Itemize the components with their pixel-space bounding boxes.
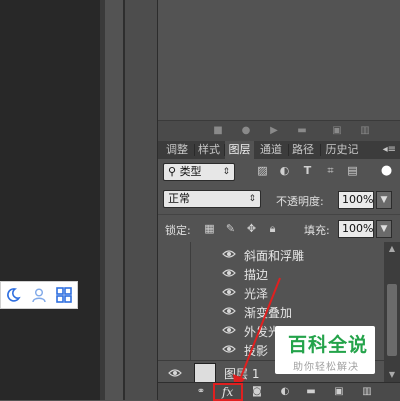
- tab-channels[interactable]: 通道: [258, 141, 284, 159]
- layers-bottom-bar: ⚭ fx ◙ ◐ ▬ ▣ ▥: [158, 382, 400, 401]
- circle-icon[interactable]: ●: [240, 125, 252, 137]
- adjustment-layer-icon[interactable]: ◐: [278, 386, 292, 398]
- scroll-up-arrow-icon[interactable]: ▲: [387, 244, 397, 254]
- scroll-down-arrow-icon[interactable]: ▼: [387, 370, 397, 380]
- eye-icon[interactable]: [168, 367, 182, 379]
- lock-paint-brush-icon[interactable]: ✎: [224, 222, 237, 235]
- tab-separator: [288, 144, 289, 156]
- blend-mode-value: 正常: [168, 192, 190, 205]
- panel-tabs: 调整 样式 图层 通道 路径 历史记 ◂≡: [158, 141, 400, 160]
- chevron-updown-icon: ⇕: [248, 194, 256, 204]
- new-page-icon[interactable]: ▣: [331, 125, 343, 137]
- fill-dropdown-button[interactable]: ▼: [376, 220, 392, 238]
- fx-icon[interactable]: fx: [222, 385, 233, 399]
- fill-label: 填充:: [304, 224, 330, 237]
- scroll-thumb[interactable]: [387, 284, 397, 356]
- folder-icon[interactable]: ▬: [296, 125, 308, 137]
- lock-label: 锁定:: [165, 224, 191, 237]
- layer-thumbnail: [194, 363, 216, 383]
- blend-mode-row: 正常 ⇕ 不透明度: 100% ▼: [158, 186, 400, 212]
- add-mask-icon[interactable]: ◙: [250, 386, 264, 398]
- filter-kind-label: 类型: [179, 165, 202, 178]
- square-icon[interactable]: ■: [212, 125, 224, 137]
- empty-panel-area: [158, 0, 400, 120]
- collapsed-panel-column: [125, 0, 158, 400]
- play-icon[interactable]: ▶: [268, 125, 280, 137]
- new-group-icon[interactable]: ▬: [304, 386, 318, 398]
- grid-icon[interactable]: [56, 287, 72, 303]
- tab-separator: [320, 144, 321, 156]
- tab-adjustments[interactable]: 调整: [164, 141, 190, 159]
- filter-kind-select[interactable]: ⚲ 类型 ⇕: [163, 163, 235, 181]
- chevron-updown-icon: ⇕: [222, 167, 230, 177]
- moon-icon[interactable]: [5, 287, 21, 303]
- lock-all-padlock-icon[interactable]: 🔒︎: [266, 222, 279, 235]
- tab-paths[interactable]: 路径: [290, 141, 316, 159]
- smart-object-filter-icon[interactable]: ▤: [346, 164, 359, 177]
- tab-separator: [194, 144, 195, 156]
- image-filter-icon[interactable]: ▨: [256, 164, 269, 177]
- user-icon[interactable]: [31, 287, 47, 303]
- new-layer-icon[interactable]: ▣: [332, 386, 346, 398]
- link-layers-icon[interactable]: ⚭: [194, 386, 208, 398]
- tab-layers[interactable]: 图层: [225, 141, 254, 159]
- shape-filter-icon[interactable]: ⌗: [324, 164, 337, 177]
- panel-menu-icon[interactable]: ◂≡: [383, 144, 396, 155]
- lock-position-move-icon[interactable]: ✥: [245, 222, 258, 235]
- filter-toggle-icon[interactable]: ●: [380, 164, 393, 177]
- tab-history[interactable]: 历史记: [322, 141, 362, 159]
- watermark-logo: 百科全说 助你轻松解决: [275, 326, 375, 374]
- opacity-label: 不透明度:: [276, 195, 324, 208]
- opacity-dropdown-button[interactable]: ▼: [376, 191, 392, 209]
- delete-layer-icon[interactable]: ▥: [360, 386, 374, 398]
- effect-name: 斜面和浮雕: [244, 249, 305, 263]
- tab-styles[interactable]: 样式: [196, 141, 222, 159]
- browser-toolbar: [0, 281, 78, 309]
- watermark-title: 百科全说: [288, 334, 369, 356]
- canvas-area: [0, 0, 100, 400]
- search-icon: ⚲: [168, 165, 180, 178]
- opacity-input[interactable]: 100%: [338, 191, 374, 209]
- lock-transparency-icon[interactable]: ▦: [203, 222, 216, 235]
- watermark-subtitle: 助你轻松解决: [293, 362, 359, 373]
- fill-input[interactable]: 100%: [338, 220, 374, 238]
- adjustment-filter-icon[interactable]: ◐: [278, 164, 291, 177]
- workspace-background: [105, 0, 123, 400]
- actions-panel-toolbar: ■ ● ▶ ▬ ▣ ▥: [158, 120, 400, 141]
- eye-icon[interactable]: [222, 248, 236, 260]
- text-filter-icon[interactable]: T: [301, 164, 314, 177]
- trash-icon[interactable]: ▥: [359, 125, 371, 137]
- layers-scrollbar[interactable]: ▲ ▼: [384, 242, 400, 382]
- blend-mode-select[interactable]: 正常 ⇕: [163, 190, 261, 208]
- lock-row: 锁定: ▦ ✎ ✥ 🔒︎ 填充: 100% ▼: [158, 214, 400, 242]
- layer-effect-bevel-emboss[interactable]: 斜面和浮雕: [222, 245, 382, 264]
- layer-filter-row: ⚲ 类型 ⇕ ▨ ◐ T ⌗ ▤ ●: [158, 159, 400, 184]
